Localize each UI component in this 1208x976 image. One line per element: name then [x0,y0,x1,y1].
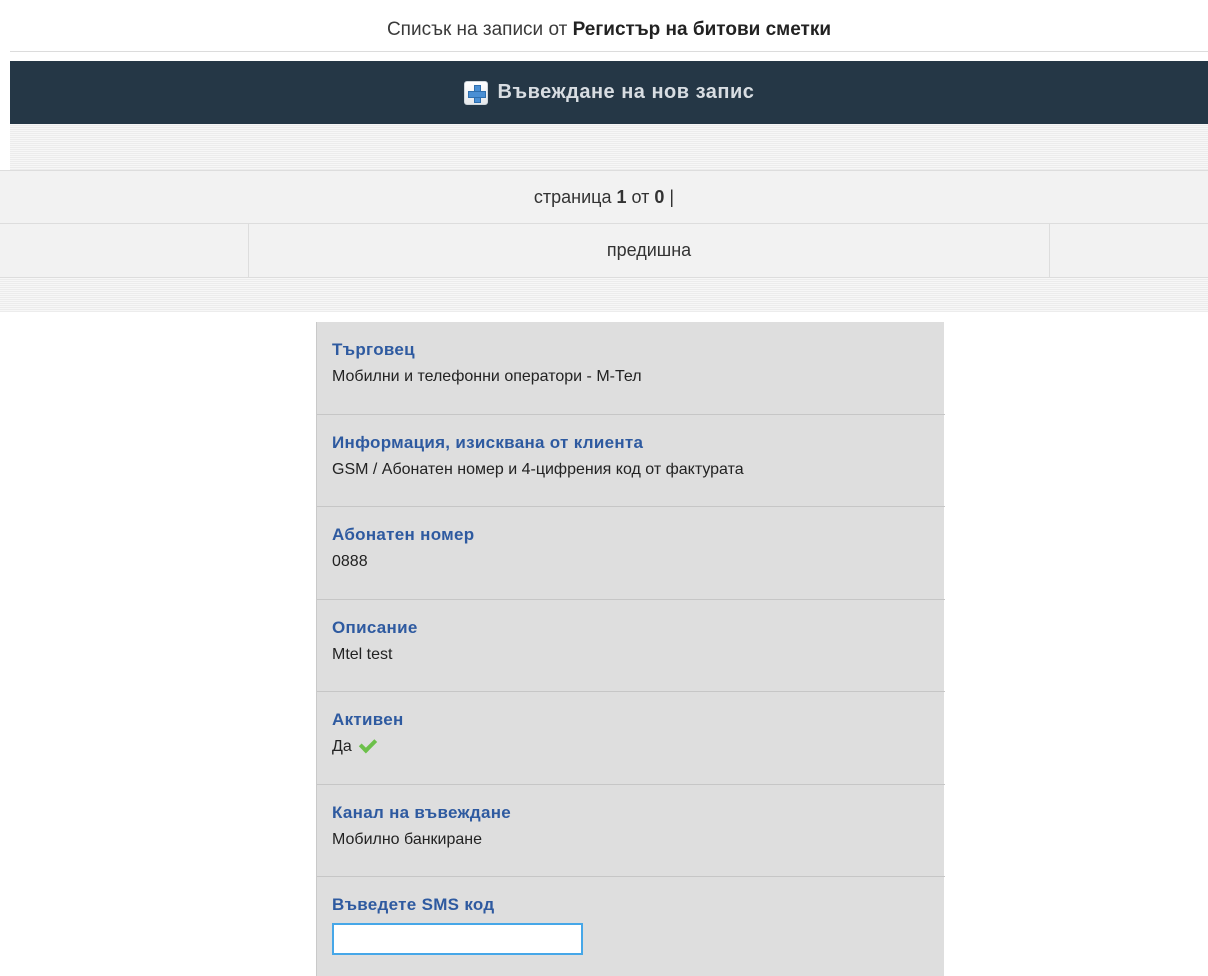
checkmark-icon [358,734,378,754]
current-page: 1 [616,187,627,207]
active-label: Активен [332,710,404,729]
divider-stripes [0,278,1208,312]
plus-icon [463,80,488,105]
add-new-record-button[interactable]: Въвеждане на нов запис [10,61,1208,124]
description-value: Mtel test [332,646,393,663]
page-title: Списък на записи от Регистър на битови с… [10,8,1208,52]
sms-code-field: Въведете SMS код [317,877,945,976]
page-word: страница [533,187,612,207]
add-new-record-label: Въвеждане на нов запис [497,81,755,103]
channel-value: Мобилно банкиране [332,831,483,848]
subscriber-number-value: 0888 [332,553,368,570]
subscriber-number-label: Абонатен номер [332,525,475,544]
register-name: Регистър на битови сметки [572,19,832,40]
total-pages: 0 [654,187,665,207]
info-required-value: GSM / Абонатен номер и 4-цифрения код от… [332,461,744,478]
title-prefix: Списък на записи от [386,19,568,40]
channel-label: Канал на въвеждане [332,803,512,822]
info-required-label: Информация, изисквана от клиента [332,433,644,452]
merchant-label: Търговец [332,340,415,359]
merchant-value: Мобилни и телефонни оператори - М-Тел [332,368,642,385]
merchant-field: Търговец Мобилни и телефонни оператори -… [317,322,945,415]
active-field: Активен Да [317,692,945,785]
active-value: Да [332,738,352,755]
divider-stripes [10,124,1208,170]
subscriber-number-field: Абонатен номер 0888 [317,507,945,600]
sms-code-label: Въведете SMS код [332,895,495,914]
nav-cell-right [1049,224,1208,277]
record-detail-panel: Търговец Мобилни и телефонни оператори -… [316,322,945,976]
description-field: Описание Mtel test [317,600,945,692]
pagination-info: страница 1 от 0 | [0,170,1208,224]
of-word: от [631,187,650,207]
pagination-nav: предишна [0,224,1208,278]
description-label: Описание [332,618,418,637]
sms-code-input[interactable] [332,923,583,955]
nav-cell-left [0,224,249,277]
channel-field: Канал на въвеждане Мобилно банкиране [317,785,945,877]
info-required-field: Информация, изисквана от клиента GSM / А… [317,415,945,507]
page-separator: | [669,187,675,207]
active-value-row: Да [332,734,945,756]
previous-page-link[interactable]: предишна [249,224,1049,277]
